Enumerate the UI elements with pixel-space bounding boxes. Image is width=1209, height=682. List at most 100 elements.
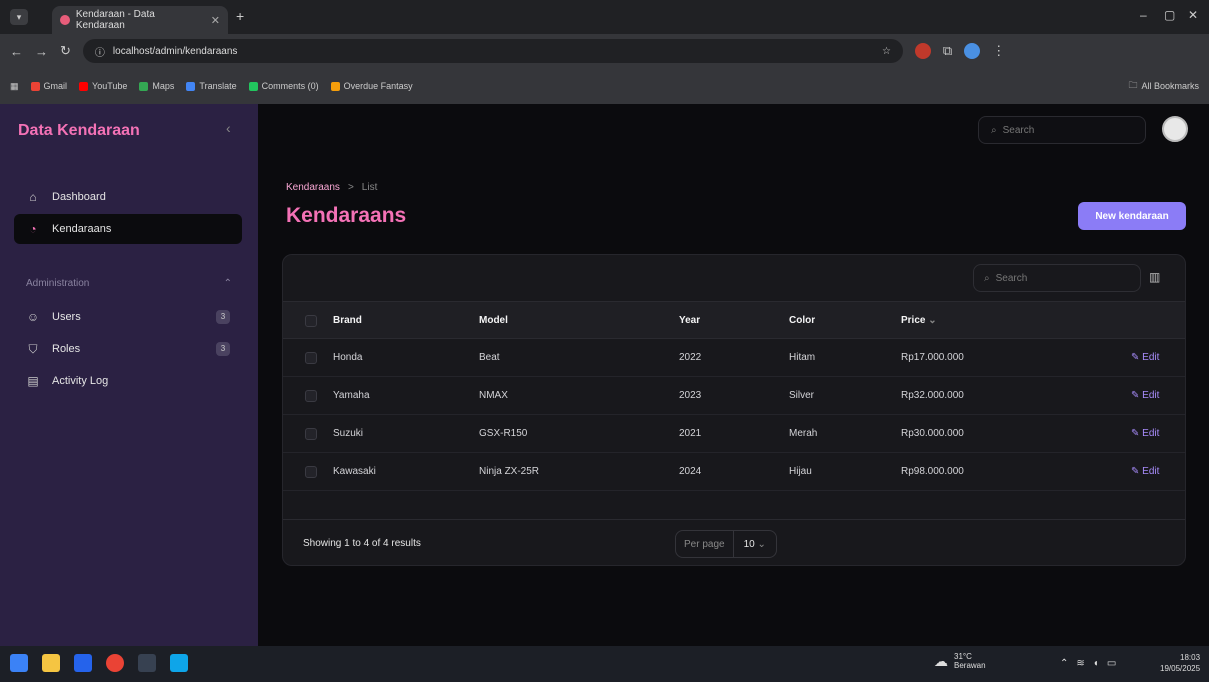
clock-time: 18:03 [1180,653,1201,662]
chevron-up-icon[interactable]: ⌃ [1060,658,1068,669]
taskbar: ☁ 31°C Berawan ⌃ ≋ ◖ ▭ 18:03 19/05/2025 [0,646,1209,682]
search-icon: ⌕ [991,124,997,136]
sidebar-item-roles[interactable]: ⛉ Roles 3 [14,334,242,364]
cell-color: Silver [789,390,815,401]
collapse-sidebar-icon[interactable]: ‹ [226,120,231,136]
wifi-icon[interactable]: ≋ [1076,658,1084,669]
cell-color: Hijau [789,466,812,477]
file-explorer-icon[interactable] [42,654,60,672]
windows-start-icon[interactable] [10,654,28,672]
browser-tab[interactable]: Kendaraan - Data Kendaraan ✕ [52,6,228,34]
column-header-color[interactable]: Color [789,302,815,340]
avatar[interactable] [1162,116,1188,142]
clock[interactable]: 18:03 19/05/2025 [1160,652,1200,674]
sidebar-item-dashboard[interactable]: ⌂ Dashboard [14,182,242,212]
weather-widget[interactable]: ☁ 31°C Berawan [934,652,986,670]
edit-button[interactable]: ✎ Edit [1131,415,1159,453]
table-search-input[interactable]: ⌕ Search [973,264,1141,292]
columns-toggle-icon[interactable]: ▥ [1149,270,1160,284]
search-icon: ⌕ [984,272,990,284]
bookmark-maps[interactable]: Maps [139,81,174,91]
row-checkbox[interactable] [305,352,317,364]
cell-year: 2021 [679,428,702,439]
browser-chrome: ▾ Kendaraan - Data Kendaraan ✕ + – ▢ ✕ ←… [0,0,1209,104]
cell-model: NMAX [479,390,508,401]
column-header-year[interactable]: Year [679,302,700,340]
cell-brand: Yamaha [333,390,370,401]
bookmark-star-icon[interactable]: ☆ [882,46,891,57]
column-header-model[interactable]: Model [479,302,508,340]
maps-icon [139,81,149,91]
bookmark-fantasy[interactable]: Overdue Fantasy [330,81,413,91]
results-summary: Showing 1 to 4 of 4 results [303,538,421,549]
extensions-puzzle-icon[interactable]: ⧉ [943,43,952,59]
per-page-select[interactable]: Per page 10 ⌄ [675,530,777,558]
column-header-brand[interactable]: Brand [333,302,362,340]
table-toolbar: ⌕ Search ▥ [283,255,1185,301]
global-search-input[interactable]: ⌕ Search [978,116,1146,144]
edit-button[interactable]: ✎ Edit [1131,339,1159,377]
sidebar: Data Kendaraan ‹ ⌂ Dashboard ◔ Kendaraan… [0,104,258,646]
chrome-icon[interactable] [106,654,124,672]
site-info-icon[interactable]: ⓘ [95,44,105,59]
menu-kebab-icon[interactable]: ⋮ [992,43,1005,59]
fantasy-icon [330,81,340,91]
breadcrumb: Kendaraans > List [286,182,377,193]
apps-grid-icon[interactable]: ▦ [10,81,19,92]
sidebar-item-activity-log[interactable]: ▤ Activity Log [14,366,242,396]
table-row[interactable]: Yamaha NMAX 2023 Silver Rp32.000.000 ✎ E… [283,377,1185,415]
battery-icon[interactable]: ▭ [1107,658,1116,669]
volume-icon[interactable]: ◖ [1093,658,1099,669]
column-header-price[interactable]: Price ⌄ [901,302,937,340]
back-icon[interactable]: ← [10,44,23,59]
maximize-icon[interactable]: ▢ [1164,8,1175,22]
vscode-icon[interactable] [170,654,188,672]
chevron-up-icon[interactable]: ⌃ [224,278,232,289]
table-row[interactable]: Kawasaki Ninja ZX-25R 2024 Hijau Rp98.00… [283,453,1185,491]
bookmark-comments[interactable]: Comments (0) [248,81,319,91]
new-kendaraan-button[interactable]: New kendaraan [1078,202,1186,230]
cell-brand: Kawasaki [333,466,376,477]
all-bookmarks[interactable]: 🗀 All Bookmarks [1128,78,1199,94]
terminal-icon[interactable] [138,654,156,672]
profile-icon[interactable] [964,43,981,59]
reload-icon[interactable]: ↻ [60,43,71,59]
row-checkbox[interactable] [305,466,317,478]
sidebar-item-users[interactable]: ☺ Users 3 [14,302,242,332]
forward-icon[interactable]: → [35,44,48,59]
folder-icon: 🗀 [1128,80,1138,90]
gmail-icon [30,81,40,91]
tab-search-icon[interactable]: ▾ [10,9,28,25]
extension-icon[interactable] [914,43,931,59]
cell-brand: Suzuki [333,428,364,439]
bookmark-gmail[interactable]: Gmail [30,81,67,91]
log-icon: ▤ [27,374,39,388]
store-icon[interactable] [74,654,92,672]
table-row[interactable]: Honda Beat 2022 Hitam Rp17.000.000 ✎ Edi… [283,339,1185,377]
address-bar[interactable]: ⓘ localhost/admin/kendaraans ☆ [82,39,903,63]
brand-title: Data Kendaraan [18,122,140,139]
sidebar-item-kendaraans[interactable]: ◔ Kendaraans [14,214,242,244]
cell-color: Hitam [789,352,816,363]
new-tab-icon[interactable]: + [236,8,244,24]
main-content: ⌕ Search Kendaraans > List Kendaraans Ne… [258,104,1209,646]
bookmark-youtube[interactable]: YouTube [79,81,127,91]
system-tray: ⌃ ≋ ◖ ▭ [1060,658,1116,669]
table-row[interactable]: Suzuki GSX-R150 2021 Merah Rp30.000.000 … [283,415,1185,453]
minimize-icon[interactable]: – [1140,8,1147,22]
close-tab-icon[interactable]: ✕ [211,14,220,27]
row-checkbox[interactable] [305,390,317,402]
edit-button[interactable]: ✎ Edit [1131,453,1159,491]
cell-model: Ninja ZX-25R [479,466,540,477]
cell-year: 2024 [679,466,702,477]
bookmark-translate[interactable]: Translate [186,81,237,91]
edit-button[interactable]: ✎ Edit [1131,377,1159,415]
nav-group-administration[interactable]: Administration ⌃ [26,278,232,289]
close-window-icon[interactable]: ✕ [1188,8,1198,22]
select-all-checkbox[interactable] [305,315,317,327]
weather-desc: Berawan [954,661,986,670]
page-title: Kendaraans [286,204,407,227]
breadcrumb-kendaraans[interactable]: Kendaraans [286,182,340,193]
row-checkbox[interactable] [305,428,317,440]
per-page-label: Per page [676,531,734,557]
